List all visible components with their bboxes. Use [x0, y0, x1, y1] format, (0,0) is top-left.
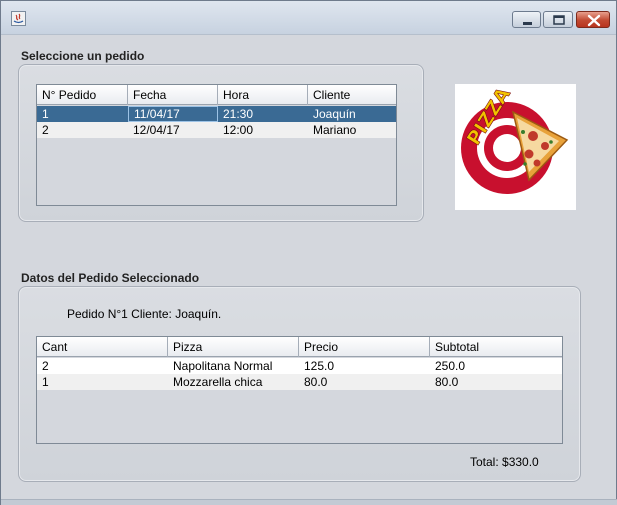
- minimize-button[interactable]: [512, 11, 541, 28]
- pizza-logo-icon: PIZZA: [461, 83, 569, 194]
- cell-fecha[interactable]: 12/04/17: [128, 122, 218, 138]
- cell-numero[interactable]: 1: [37, 106, 128, 122]
- details-table[interactable]: Cant Pizza Precio Subtotal 2 Napolitana …: [36, 336, 563, 444]
- cell-precio[interactable]: 80.0: [299, 374, 430, 390]
- table-row[interactable]: 2 Napolitana Normal 125.0 250.0: [37, 358, 562, 374]
- column-header-fecha[interactable]: Fecha: [128, 85, 218, 105]
- cell-cliente[interactable]: Joaquín: [308, 106, 396, 122]
- details-table-body: 2 Napolitana Normal 125.0 250.0 1 Mozzar…: [37, 358, 562, 390]
- total-label: Total: $330.0: [470, 455, 539, 469]
- cell-subtotal[interactable]: 80.0: [430, 374, 562, 390]
- column-header-subtotal[interactable]: Subtotal: [430, 337, 562, 357]
- maximize-icon: [553, 15, 565, 25]
- details-section-title: Datos del Pedido Seleccionado: [21, 271, 200, 285]
- minimize-icon: [523, 22, 532, 25]
- table-row[interactable]: 1 Mozzarella chica 80.0 80.0: [37, 374, 562, 390]
- title-bar[interactable]: [1, 1, 616, 35]
- column-header-cliente[interactable]: Cliente: [308, 85, 396, 105]
- cell-hora[interactable]: 21:30: [218, 106, 308, 122]
- orders-table-header: N° Pedido Fecha Hora Cliente: [37, 85, 396, 105]
- column-header-precio[interactable]: Precio: [299, 337, 430, 357]
- cell-hora[interactable]: 12:00: [218, 122, 308, 138]
- details-table-header: Cant Pizza Precio Subtotal: [37, 337, 562, 357]
- table-row[interactable]: 2 12/04/17 12:00 Mariano: [37, 122, 396, 138]
- column-header-pizza[interactable]: Pizza: [168, 337, 299, 357]
- pizza-logo: PIZZA: [455, 83, 576, 210]
- window-bottom-border: [1, 499, 617, 505]
- java-app-icon[interactable]: [11, 11, 26, 26]
- cell-cant[interactable]: 1: [37, 374, 168, 390]
- pedido-label: Pedido N°1 Cliente: Joaquín.: [67, 307, 222, 321]
- column-header-numero[interactable]: N° Pedido: [37, 85, 128, 105]
- cell-cant[interactable]: 2: [37, 358, 168, 374]
- cell-cliente[interactable]: Mariano: [308, 122, 396, 138]
- column-header-hora[interactable]: Hora: [218, 85, 308, 105]
- cell-subtotal[interactable]: 250.0: [430, 358, 562, 374]
- orders-section-title: Seleccione un pedido: [21, 49, 145, 63]
- close-icon: [587, 14, 601, 27]
- cell-fecha[interactable]: 11/04/17: [128, 106, 218, 122]
- cell-pizza[interactable]: Napolitana Normal: [168, 358, 299, 374]
- table-row[interactable]: 1 11/04/17 21:30 Joaquín: [37, 106, 396, 122]
- maximize-button[interactable]: [543, 11, 573, 28]
- orders-table[interactable]: N° Pedido Fecha Hora Cliente 1 11/04/17 …: [36, 84, 397, 206]
- orders-table-body: 1 11/04/17 21:30 Joaquín 2 12/04/17 12:0…: [37, 106, 396, 138]
- cell-numero[interactable]: 2: [37, 122, 128, 138]
- close-button[interactable]: [576, 11, 610, 28]
- cell-pizza[interactable]: Mozzarella chica: [168, 374, 299, 390]
- column-header-cant[interactable]: Cant: [37, 337, 168, 357]
- cell-precio[interactable]: 125.0: [299, 358, 430, 374]
